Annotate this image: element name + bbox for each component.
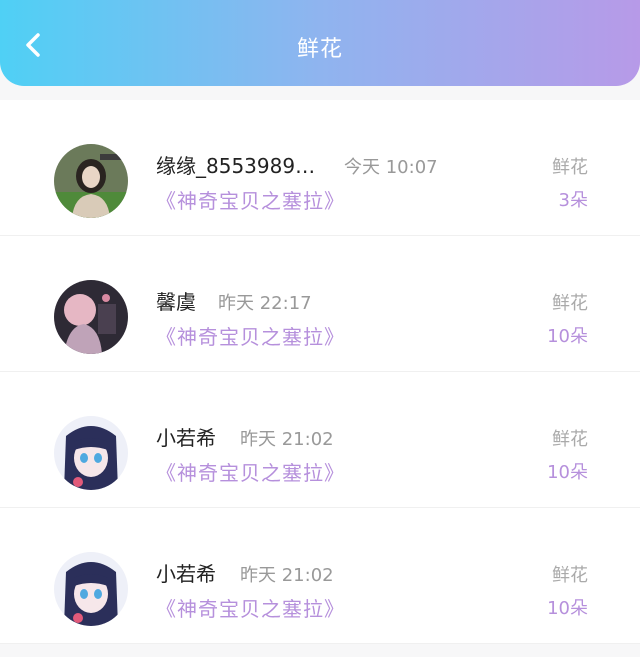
avatar[interactable] — [54, 416, 128, 490]
gift-type-label: 鲜花 — [552, 293, 588, 314]
user-name: 小若希 — [156, 426, 216, 450]
header-bar: 鲜花 — [0, 0, 640, 86]
list-item[interactable]: 小若希 昨天 21:02 《神奇宝贝之塞拉》 鲜花 10朵 — [0, 508, 640, 644]
list-item[interactable]: 小若希 昨天 21:02 《神奇宝贝之塞拉》 鲜花 10朵 — [0, 372, 640, 508]
avatar[interactable] — [54, 280, 128, 354]
list-item[interactable]: 馨虞 昨天 22:17 《神奇宝贝之塞拉》 鲜花 10朵 — [0, 236, 640, 372]
user-name: 缘缘_8553989… — [156, 154, 316, 178]
book-link[interactable]: 《神奇宝贝之塞拉》 — [156, 321, 345, 350]
gift-type-label: 鲜花 — [552, 565, 588, 586]
timestamp: 昨天 21:02 — [240, 565, 334, 586]
gift-count: 10朵 — [547, 326, 588, 347]
book-link[interactable]: 《神奇宝贝之塞拉》 — [156, 185, 345, 214]
avatar[interactable] — [54, 552, 128, 626]
gift-record-list: 缘缘_8553989… 今天 10:07 《神奇宝贝之塞拉》 鲜花 3朵 馨虞 … — [0, 100, 640, 644]
book-link[interactable]: 《神奇宝贝之塞拉》 — [156, 457, 345, 486]
list-item[interactable]: 缘缘_8553989… 今天 10:07 《神奇宝贝之塞拉》 鲜花 3朵 — [0, 100, 640, 236]
gift-type-label: 鲜花 — [552, 157, 588, 178]
timestamp: 昨天 22:17 — [218, 293, 312, 314]
page-title: 鲜花 — [296, 37, 343, 62]
book-link[interactable]: 《神奇宝贝之塞拉》 — [156, 593, 345, 622]
gift-count: 3朵 — [558, 190, 588, 211]
gift-count: 10朵 — [547, 598, 588, 619]
timestamp: 昨天 21:02 — [240, 429, 334, 450]
avatar[interactable] — [54, 144, 128, 218]
gift-count: 10朵 — [547, 462, 588, 483]
user-name: 馨虞 — [156, 290, 196, 314]
gift-type-label: 鲜花 — [552, 429, 588, 450]
user-name: 小若希 — [156, 562, 216, 586]
timestamp: 今天 10:07 — [344, 157, 438, 178]
